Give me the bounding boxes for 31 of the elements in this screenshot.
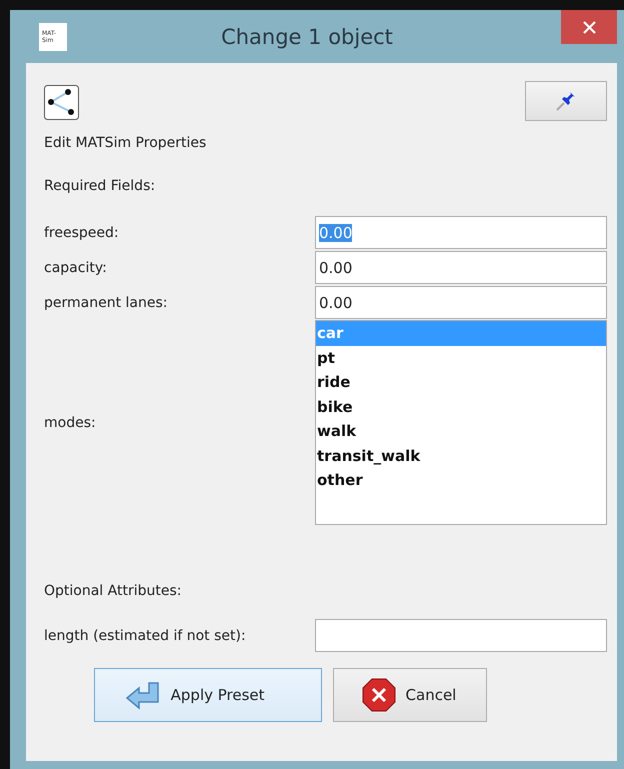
input-field[interactable]: 0.00 — [315, 251, 607, 284]
list-item[interactable]: pt — [316, 346, 606, 370]
cancel-button[interactable]: Cancel — [332, 668, 488, 722]
field-value: 0.00 — [319, 258, 352, 276]
list-item[interactable]: bike — [316, 394, 606, 419]
input-field[interactable] — [315, 619, 607, 652]
share-icon — [44, 85, 79, 120]
section-heading: Optional Attributes: — [44, 583, 182, 599]
list-item[interactable]: walk — [316, 419, 606, 444]
modes-list[interactable]: car pt ride bike walk transit_walk other — [315, 320, 607, 525]
apply-preset-button[interactable]: Apply Preset — [94, 668, 322, 722]
return-arrow-icon — [124, 680, 161, 710]
field-label: freespeed: — [44, 224, 120, 240]
field-label: length (estimated if not set): — [44, 628, 247, 644]
field-value: 0.00 — [319, 294, 352, 312]
section-heading: Required Fields: — [44, 178, 156, 194]
list-item[interactable]: ride — [316, 370, 606, 394]
field-label: capacity: — [44, 260, 108, 276]
pin-button[interactable] — [525, 81, 607, 121]
window-title: Change 1 object — [220, 24, 394, 48]
field-label: permanent lanes: — [44, 294, 168, 310]
close-button[interactable] — [561, 10, 617, 44]
cancel-icon — [362, 678, 396, 712]
field-value: 0.00 — [319, 224, 352, 242]
close-icon — [582, 20, 596, 34]
list-item[interactable]: transit_walk — [316, 444, 606, 468]
field-label: modes: — [44, 414, 97, 430]
header-caption: Edit MATSim Properties — [44, 135, 208, 151]
input-field[interactable]: 0.00 — [315, 286, 607, 319]
pushpin-icon — [554, 89, 578, 113]
list-item[interactable]: other — [316, 468, 606, 492]
